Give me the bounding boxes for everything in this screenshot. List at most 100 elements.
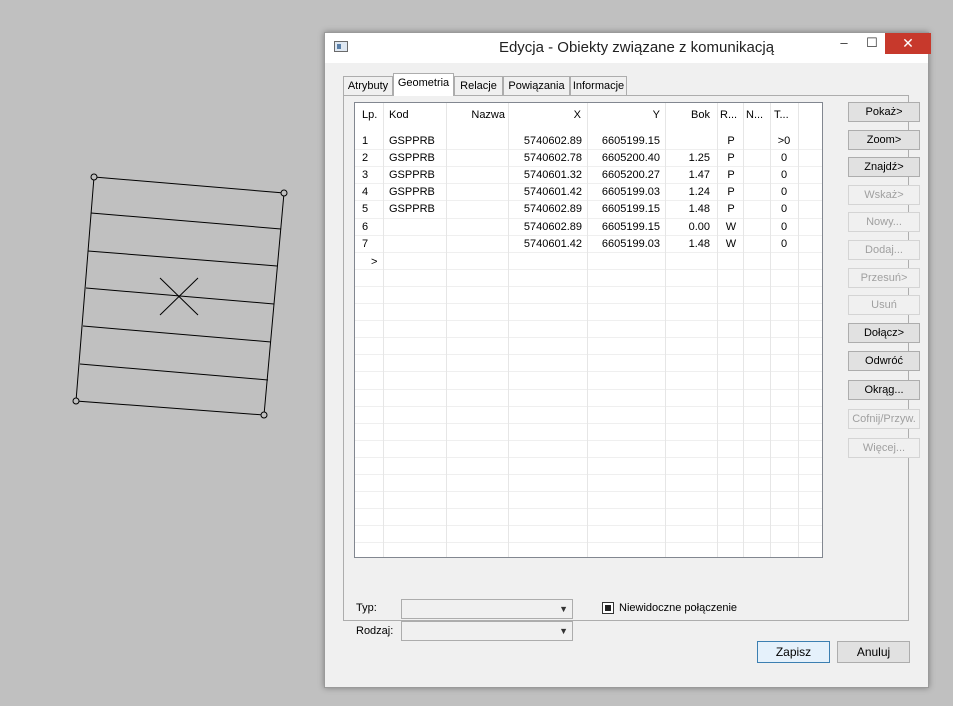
cell-y[interactable]: 6605199.03 <box>588 236 660 253</box>
cell-x[interactable]: 5740601.32 <box>511 167 582 184</box>
cell-t[interactable]: 0 <box>773 201 795 218</box>
header-t[interactable]: T... <box>774 103 796 127</box>
rodzaj-dropdown[interactable]: ▼ <box>401 621 573 641</box>
header-bok[interactable]: Bok <box>665 103 710 127</box>
zoom-button[interactable]: Zoom> <box>848 130 920 150</box>
cell-x[interactable]: 5740602.89 <box>511 201 582 218</box>
header-r[interactable]: R... <box>720 103 742 127</box>
cell-lp[interactable]: 7 <box>362 236 380 253</box>
cell-r[interactable]: P <box>720 150 742 167</box>
cell-bok[interactable] <box>665 133 710 150</box>
close-button[interactable]: ✕ <box>885 33 931 54</box>
cell-lp[interactable]: 5 <box>362 201 380 218</box>
cell-nazwa[interactable] <box>447 184 505 201</box>
cell-t[interactable]: >0 <box>773 133 795 150</box>
cell-nazwa[interactable] <box>447 236 505 253</box>
wskaż-button[interactable]: Wskaż> <box>848 185 920 205</box>
cell-n[interactable] <box>746 150 768 167</box>
cell-x[interactable]: 5740602.89 <box>511 133 582 150</box>
cofnij-przyw-button[interactable]: Cofnij/Przyw. <box>848 409 920 429</box>
cell-bok[interactable]: 0.00 <box>665 219 710 236</box>
dodaj-button[interactable]: Dodaj... <box>848 240 920 260</box>
cell-t[interactable]: 0 <box>773 167 795 184</box>
cell-r[interactable]: P <box>720 184 742 201</box>
cell-r[interactable]: P <box>720 201 742 218</box>
cell-y[interactable]: 6605200.40 <box>588 150 660 167</box>
vertex-marker[interactable] <box>90 173 98 181</box>
cell-r[interactable]: W <box>720 236 742 253</box>
cell-y[interactable]: 6605199.03 <box>588 184 660 201</box>
minimize-button[interactable]: – <box>830 33 858 54</box>
cell-nazwa[interactable] <box>447 201 505 218</box>
cell-bok[interactable]: 1.48 <box>665 201 710 218</box>
cell-r[interactable]: W <box>720 219 742 236</box>
znajdź-button[interactable]: Znajdź> <box>848 157 920 177</box>
header-y[interactable]: Y <box>588 103 660 127</box>
cell-nazwa[interactable] <box>447 219 505 236</box>
tab-atrybuty[interactable]: Atrybuty <box>343 76 393 95</box>
cell-n[interactable] <box>746 219 768 236</box>
header-nazwa[interactable]: Nazwa <box>447 103 505 127</box>
header-x[interactable]: X <box>511 103 581 127</box>
usuń-button[interactable]: Usuń <box>848 295 920 315</box>
cell-n[interactable] <box>746 236 768 253</box>
cell-lp[interactable]: 2 <box>362 150 380 167</box>
cell-kod[interactable]: GSPPRB <box>389 184 444 201</box>
dołącz-button[interactable]: Dołącz> <box>848 323 920 343</box>
niewidoczne-checkbox[interactable] <box>602 602 614 614</box>
tab-relacje[interactable]: Relacje <box>454 76 503 95</box>
cell-t[interactable]: 0 <box>773 219 795 236</box>
cell-x[interactable]: 5740602.78 <box>511 150 582 167</box>
cell-r[interactable]: P <box>720 133 742 150</box>
niewidoczne-label[interactable]: Niewidoczne połączenie <box>619 602 737 614</box>
cell-y[interactable]: 6605199.15 <box>588 219 660 236</box>
okrąg-button[interactable]: Okrąg... <box>848 380 920 400</box>
cell-t[interactable]: 0 <box>773 236 795 253</box>
cell-bok[interactable]: 1.24 <box>665 184 710 201</box>
header-lp[interactable]: Lp. <box>362 103 382 127</box>
cell-lp[interactable]: 4 <box>362 184 380 201</box>
cell-nazwa[interactable] <box>447 133 505 150</box>
maximize-button[interactable]: ☐ <box>858 33 886 54</box>
cell-n[interactable] <box>746 133 768 150</box>
vertex-marker[interactable] <box>260 411 268 419</box>
cell-y[interactable]: 6605200.27 <box>588 167 660 184</box>
cell-kod[interactable]: GSPPRB <box>389 201 444 218</box>
cell-lp[interactable]: 3 <box>362 167 380 184</box>
cell-t[interactable]: 0 <box>773 150 795 167</box>
vertex-marker[interactable] <box>280 189 288 197</box>
save-button[interactable]: Zapisz <box>757 641 830 663</box>
cell-nazwa[interactable] <box>447 167 505 184</box>
cell-bok[interactable]: 1.47 <box>665 167 710 184</box>
cancel-button[interactable]: Anuluj <box>837 641 910 663</box>
cell-n[interactable] <box>746 167 768 184</box>
cell-kod[interactable] <box>389 219 444 236</box>
więcej-button[interactable]: Więcej... <box>848 438 920 458</box>
cell-n[interactable] <box>746 201 768 218</box>
pokaż-button[interactable]: Pokaż> <box>848 102 920 122</box>
cell-bok[interactable]: 1.48 <box>665 236 710 253</box>
tab-geometria[interactable]: Geometria <box>393 73 454 96</box>
cell-lp[interactable]: 1 <box>362 133 380 150</box>
tab-powiazania[interactable]: Powiązania <box>503 76 570 95</box>
cell-nazwa[interactable] <box>447 150 505 167</box>
cell-y[interactable]: 6605199.15 <box>588 201 660 218</box>
cell-bok[interactable]: 1.25 <box>665 150 710 167</box>
cell-x[interactable]: 5740602.89 <box>511 219 582 236</box>
title-bar[interactable]: Edycja - Obiekty związane z komunikacją … <box>325 33 931 63</box>
cell-lp[interactable]: 6 <box>362 219 380 236</box>
cell-t[interactable]: 0 <box>773 184 795 201</box>
cell-y[interactable]: 6605199.15 <box>588 133 660 150</box>
header-kod[interactable]: Kod <box>389 103 444 127</box>
nowy-button[interactable]: Nowy... <box>848 212 920 232</box>
cell-n[interactable] <box>746 184 768 201</box>
map-drawing-canvas[interactable] <box>0 0 330 706</box>
geometry-grid[interactable]: Lp. Kod Nazwa X Y Bok R... N... T... 1 GS… <box>354 102 823 558</box>
header-n[interactable]: N... <box>746 103 768 127</box>
cell-kod[interactable]: GSPPRB <box>389 150 444 167</box>
cell-x[interactable]: 5740601.42 <box>511 236 582 253</box>
typ-dropdown[interactable]: ▼ <box>401 599 573 619</box>
cell-kod[interactable] <box>389 236 444 253</box>
cell-r[interactable]: P <box>720 167 742 184</box>
cell-x[interactable]: 5740601.42 <box>511 184 582 201</box>
